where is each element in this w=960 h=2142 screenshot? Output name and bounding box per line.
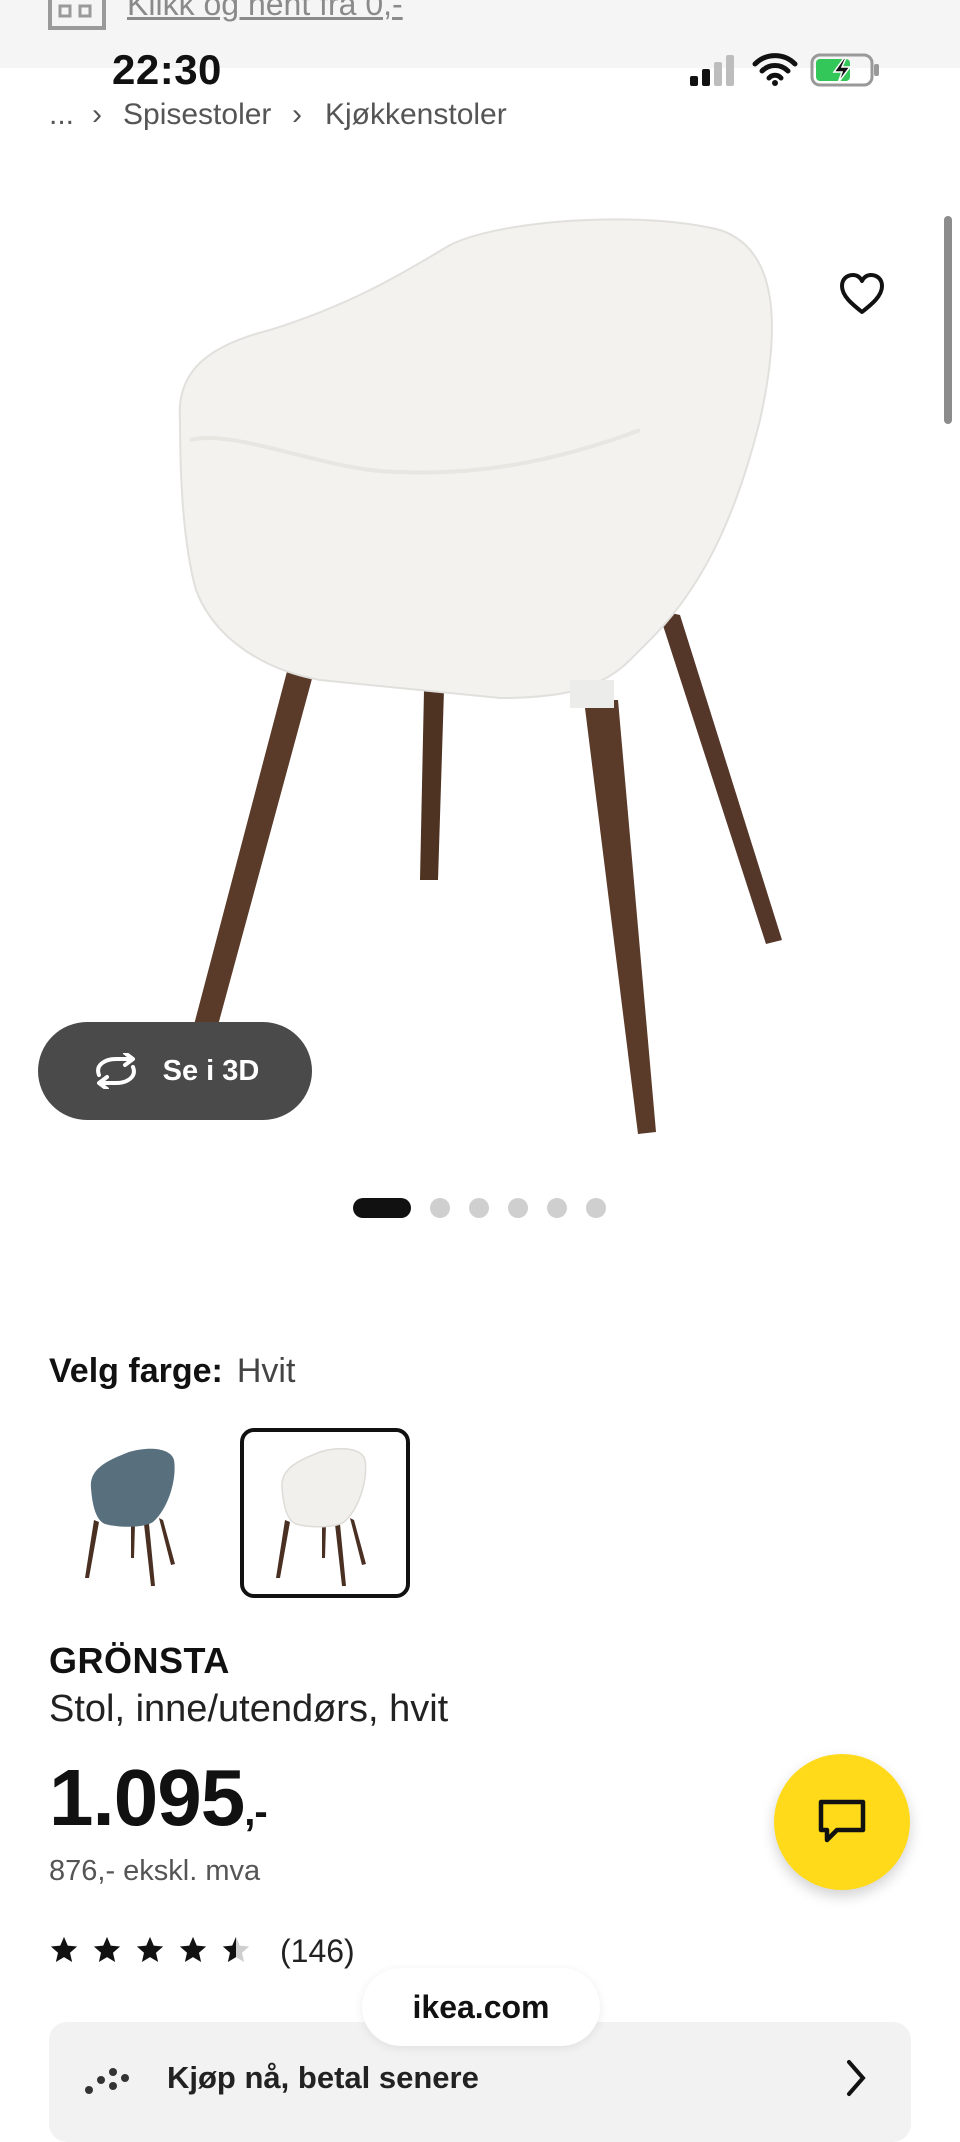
star-icon [50, 1936, 78, 1962]
carousel-dot[interactable] [508, 1198, 528, 1218]
carousel-dot[interactable] [430, 1198, 450, 1218]
color-label: Velg farge: [49, 1352, 223, 1390]
carousel-dot[interactable] [469, 1198, 489, 1218]
product-image[interactable] [0, 148, 950, 1158]
color-option-white[interactable] [240, 1428, 410, 1598]
chair-image [178, 218, 782, 1134]
chat-bubble-icon [818, 1799, 866, 1843]
star-icon [93, 1936, 121, 1962]
breadcrumb-spisestoler[interactable]: Spisestoler [123, 98, 271, 132]
browser-url-bar[interactable]: ikea.com [362, 1968, 600, 2046]
carousel-dot[interactable] [547, 1198, 567, 1218]
half-star-icon [222, 1936, 250, 1962]
carousel-dot[interactable] [586, 1198, 606, 1218]
view-3d-button[interactable]: Se i 3D [38, 1022, 312, 1120]
chevron-right-icon: › [92, 98, 102, 131]
price-suffix: ,- [244, 1790, 267, 1834]
chevron-right-icon: › [292, 98, 302, 131]
color-selector-label: Velg farge: Hvit [49, 1352, 295, 1391]
wifi-icon [752, 53, 798, 86]
url-text: ikea.com [412, 1988, 550, 2025]
carousel-dot[interactable] [353, 1198, 411, 1218]
blue-chair-thumbnail [85, 1448, 175, 1586]
cellular-signal-icon [690, 55, 734, 86]
favorite-heart-icon[interactable] [838, 272, 886, 316]
breadcrumb-ellipsis[interactable]: ... [49, 98, 74, 132]
color-option-blue[interactable] [49, 1428, 219, 1598]
klarna-text: Kjøp nå, betal senere [167, 2060, 479, 2095]
chevron-right-icon [847, 2060, 866, 2096]
review-count[interactable]: (146) [280, 1933, 355, 1970]
star-icon [136, 1936, 164, 1962]
rating-stars[interactable] [49, 1935, 251, 1965]
chat-button[interactable] [774, 1754, 910, 1890]
white-chair-thumbnail [276, 1447, 367, 1586]
view-3d-label: Se i 3D [162, 1054, 260, 1087]
breadcrumb-kjokkenstoler[interactable]: Kjøkkenstoler [325, 98, 507, 132]
product-description: Stol, inne/utendørs, hvit [49, 1688, 449, 1730]
banner-link[interactable]: Klikk og hent fra 0,- [127, 0, 403, 23]
price-excl-vat: 876,- ekskl. mva [49, 1855, 261, 1887]
battery-icon [810, 53, 879, 87]
carousel-indicator [353, 1198, 606, 1218]
price-amount: 1.095 [49, 1753, 245, 1842]
klarna-icon [85, 2068, 129, 2094]
rotate-3d-icon [95, 1053, 136, 1089]
star-icon [179, 1936, 207, 1962]
product-name: GRÖNSTA [49, 1640, 230, 1681]
status-time: 22:30 [112, 46, 222, 93]
product-price: 1.095,- [49, 1752, 268, 1844]
store-icon [48, 0, 106, 30]
scrollbar[interactable] [944, 216, 952, 424]
color-value: Hvit [236, 1352, 296, 1390]
